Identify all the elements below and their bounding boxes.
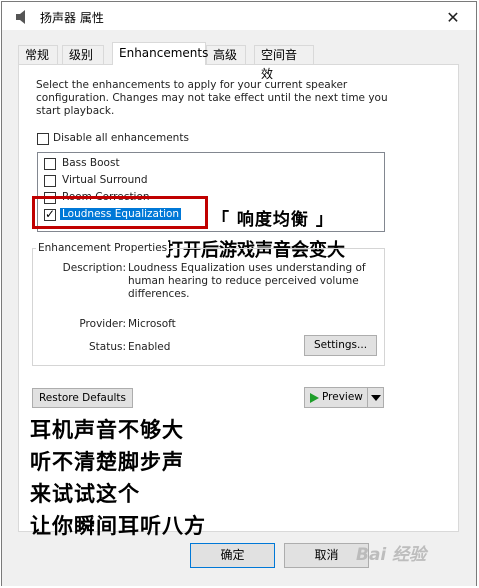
preview-split-button[interactable]: Preview	[304, 387, 384, 408]
virtual-surround-label: Virtual Surround	[62, 174, 148, 186]
tab-levels[interactable]: 级别	[62, 45, 104, 64]
properties-legend: Enhancement Properties	[36, 242, 170, 254]
speaker-icon	[16, 10, 25, 24]
chevron-down-icon	[371, 395, 381, 401]
tab-enhancements[interactable]: Enhancements	[112, 42, 208, 65]
virtual-surround-checkbox[interactable]	[44, 175, 56, 187]
enhancements-description: Select the enhancements to apply for you…	[36, 79, 388, 117]
title-bar: 扬声器 属性 ✕	[2, 2, 476, 30]
watermark: Bai 经验	[356, 545, 427, 565]
description-value: Loudness Equalization uses understanding…	[128, 262, 366, 300]
provider-label: Provider:	[79, 318, 126, 330]
close-button[interactable]: ✕	[438, 5, 468, 29]
annotation-line-3: 来试试这个	[30, 482, 140, 506]
disable-all-checkbox[interactable]	[37, 133, 49, 145]
ok-button[interactable]: 确定	[190, 543, 275, 568]
annotation-line-4: 让你瞬间耳听八方	[30, 514, 206, 538]
bass-boost-checkbox[interactable]	[44, 158, 56, 170]
play-icon	[310, 393, 319, 403]
tab-advanced[interactable]: 高级	[206, 45, 246, 64]
settings-button[interactable]: Settings...	[304, 335, 377, 356]
status-value: Enabled	[128, 341, 171, 353]
annotation-title: 「 响度均衡 」	[212, 210, 334, 230]
tab-spatial-sound[interactable]: 空间音效	[254, 45, 314, 81]
preview-dropdown[interactable]	[368, 387, 384, 408]
description-label: Description:	[62, 262, 126, 274]
preview-label: Preview	[322, 391, 363, 403]
disable-all-label[interactable]: Disable all enhancements	[53, 132, 189, 144]
status-label: Status:	[89, 341, 126, 353]
list-item-bass-boost[interactable]: Bass Boost	[43, 156, 373, 172]
list-item-virtual-surround[interactable]: Virtual Surround	[43, 173, 373, 189]
bass-boost-label: Bass Boost	[62, 157, 120, 169]
preview-button[interactable]: Preview	[304, 387, 368, 408]
close-icon: ✕	[446, 7, 460, 27]
restore-defaults-button[interactable]: Restore Defaults	[32, 388, 133, 408]
window-title: 扬声器 属性	[40, 11, 104, 25]
highlight-annotation-box	[32, 196, 208, 229]
tab-general[interactable]: 常规	[18, 45, 58, 64]
annotation-line-1: 耳机声音不够大	[30, 418, 184, 442]
provider-value: Microsoft	[128, 318, 176, 330]
annotation-line-2: 听不清楚脚步声	[30, 450, 184, 474]
